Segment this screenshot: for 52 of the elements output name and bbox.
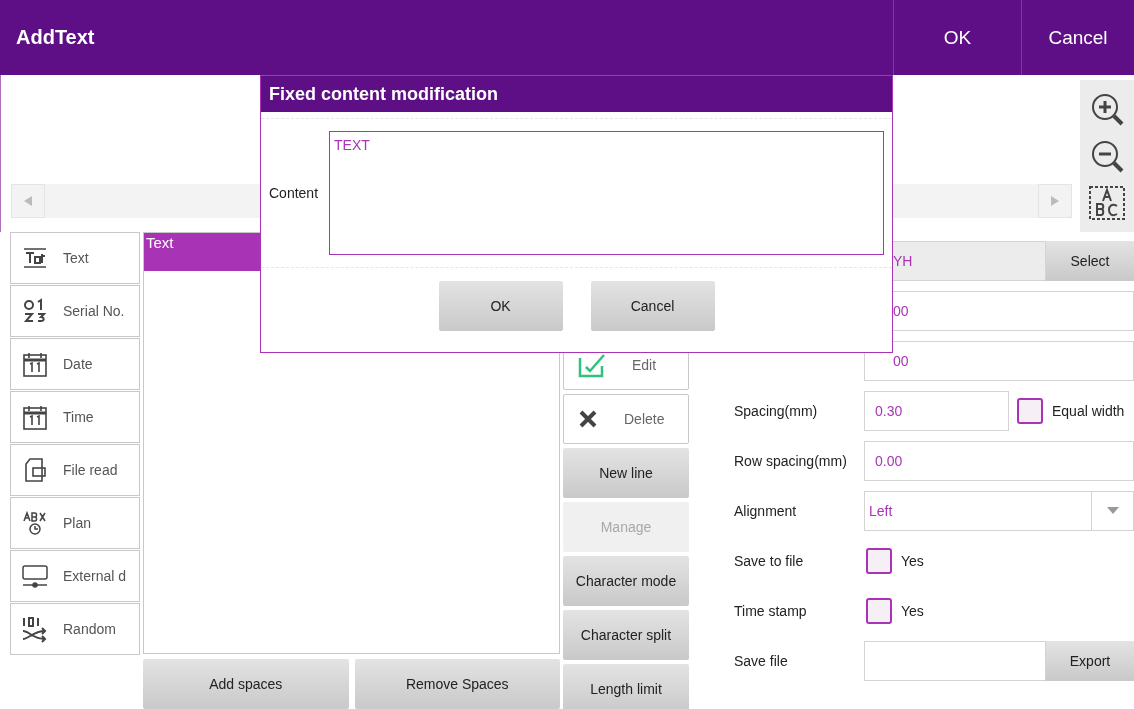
dialog-button[interactable]: Cancel xyxy=(590,281,715,331)
checkbox-label: Equal width xyxy=(1052,403,1125,419)
action-button[interactable]: Character mode xyxy=(563,556,689,606)
select-button[interactable]: Select xyxy=(1046,241,1134,281)
input-field[interactable]: 0.00 xyxy=(864,441,1134,481)
element-type-item[interactable]: Text xyxy=(10,232,140,284)
input-field[interactable]: 0.30 xyxy=(864,391,1009,431)
element-type-item[interactable]: Random xyxy=(10,603,140,655)
element-type-item[interactable]: Time xyxy=(10,391,140,443)
input-field[interactable]: 00 xyxy=(864,341,1134,381)
close-icon xyxy=(578,409,598,429)
numbers-slider-icon xyxy=(21,562,49,590)
checkbox[interactable] xyxy=(1017,398,1043,424)
caret-icon xyxy=(1106,507,1119,515)
action-button[interactable]: Delete xyxy=(563,394,689,444)
property-label: Alignment xyxy=(734,503,798,519)
dialog-button[interactable]: OK xyxy=(438,281,563,331)
checkbox[interactable] xyxy=(866,598,892,624)
element-type-item[interactable]: Serial No. xyxy=(10,285,140,337)
clock-letters-icon xyxy=(21,509,49,537)
action-button[interactable]: New line xyxy=(563,448,689,498)
property-label: Row spacing(mm) xyxy=(734,453,848,469)
element-type-item[interactable]: File read xyxy=(10,444,140,496)
export-button[interactable]: Export xyxy=(1046,641,1134,681)
content-field[interactable]: TEXT xyxy=(329,131,884,255)
property-label: Time stamp xyxy=(734,603,808,619)
element-type-item[interactable]: External d xyxy=(10,550,140,602)
element-type-item[interactable]: Date xyxy=(10,338,140,390)
dialog-title: Fixed content modification xyxy=(261,76,892,112)
calendar-icon xyxy=(21,350,49,378)
zoom-in-icon[interactable] xyxy=(1090,92,1124,127)
zoom-out-icon[interactable] xyxy=(1090,139,1124,173)
element-type-item[interactable]: Plan xyxy=(10,497,140,549)
edit-icon xyxy=(578,352,606,378)
property-label: Spacing(mm) xyxy=(734,403,819,419)
digits-icon xyxy=(21,297,49,325)
calendar-icon xyxy=(21,403,49,431)
shuffle-icon xyxy=(21,615,49,643)
checkbox[interactable] xyxy=(866,548,892,574)
checkbox-label: Yes xyxy=(901,603,924,619)
property-label: Save file xyxy=(734,653,789,669)
list-button[interactable]: Add spaces xyxy=(143,659,349,709)
window-title: AddText xyxy=(15,26,96,49)
fit-text-icon[interactable] xyxy=(1089,185,1125,220)
file-field[interactable] xyxy=(864,641,1046,681)
action-button[interactable]: Character split xyxy=(563,610,689,660)
dropdown[interactable]: Left xyxy=(864,491,1134,531)
property-label: Save to file xyxy=(734,553,805,569)
action-button[interactable]: Length limit xyxy=(563,664,689,709)
checkbox-label: Yes xyxy=(901,553,924,569)
field-label: Content xyxy=(269,185,320,201)
list-button[interactable]: Remove Spaces xyxy=(354,659,560,709)
